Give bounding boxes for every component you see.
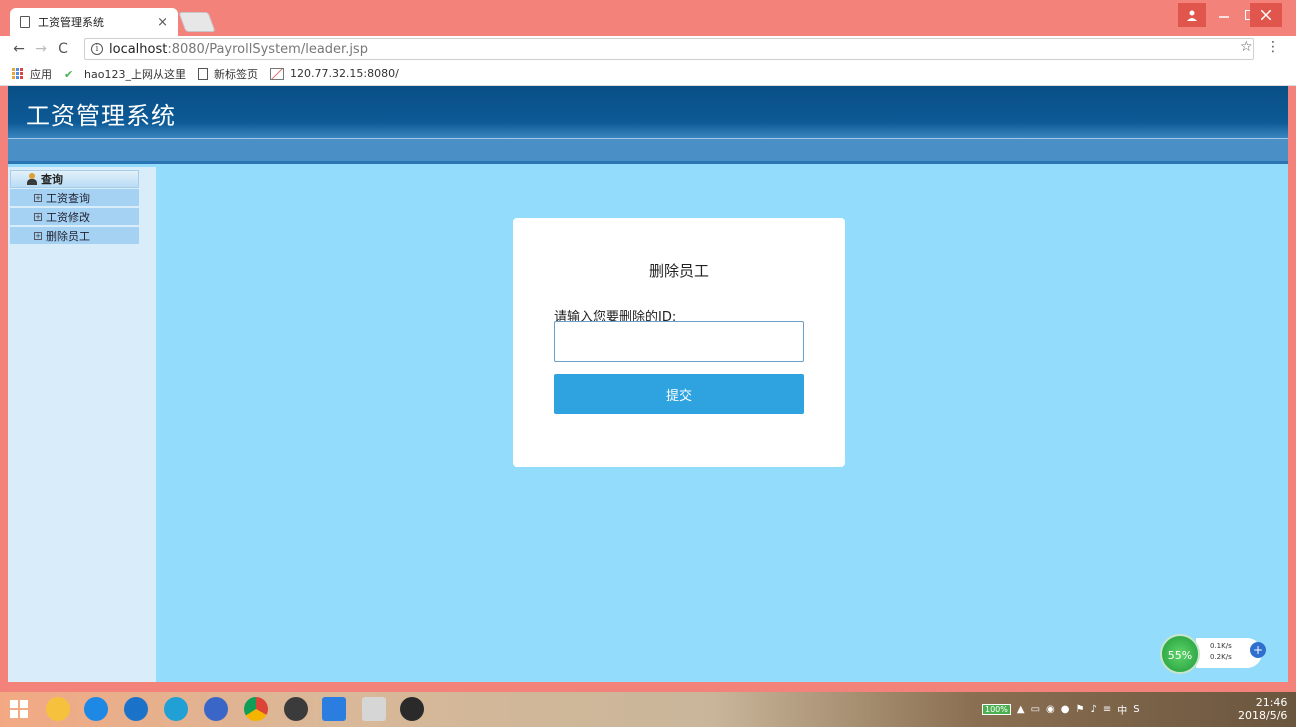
- site-header: 工资管理系统: [8, 86, 1288, 138]
- person-icon: [27, 173, 37, 185]
- browser-menu-icon[interactable]: ⋮: [1266, 39, 1280, 55]
- new-tab-button[interactable]: [178, 12, 216, 32]
- sidebar-item-label: 工资修改: [46, 210, 90, 224]
- sidebar-heading-query[interactable]: 查询: [10, 170, 139, 188]
- tray-app-icon[interactable]: ●: [1061, 704, 1070, 715]
- windows-taskbar: 100% ▲ ▭ ◉ ● ⚑ ♪ ≡ 中 S 21:46 2018/5/6: [0, 692, 1296, 727]
- expand-plus-icon: +: [34, 231, 42, 240]
- ie-browser-icon[interactable]: [84, 697, 108, 721]
- chart-icon: [269, 67, 284, 80]
- snipping-tool-icon[interactable]: [362, 697, 386, 721]
- reload-icon[interactable]: C: [52, 41, 74, 57]
- bookmark-star-icon[interactable]: ☆: [1240, 39, 1253, 55]
- apps-icon: [12, 67, 24, 80]
- ie-alt-browser-icon[interactable]: [164, 697, 188, 721]
- flag-icon[interactable]: ⚑: [1076, 704, 1085, 715]
- tray-chevron-icon[interactable]: ▲: [1017, 704, 1025, 715]
- expand-plus-icon: +: [34, 212, 42, 221]
- bookmark-apps[interactable]: 应用: [12, 66, 52, 82]
- sidebar-item-salary-edit[interactable]: + 工资修改: [10, 208, 139, 226]
- wifi-icon[interactable]: ≡: [1103, 704, 1111, 715]
- edge-browser-icon[interactable]: [124, 697, 148, 721]
- hao123-icon: ✔: [64, 67, 74, 81]
- system-clock[interactable]: 21:46 2018/5/6: [1238, 696, 1287, 722]
- clock-date: 2018/5/6: [1238, 709, 1288, 722]
- info-icon[interactable]: i: [91, 43, 103, 55]
- tab-close-icon[interactable]: ×: [157, 15, 168, 30]
- browser-toolbar: ← → C i localhost:8080/PayrollSystem/lea…: [0, 36, 1296, 62]
- site-title: 工资管理系统: [26, 102, 176, 130]
- url-host: localhost: [109, 41, 168, 57]
- header-strip: [8, 138, 1288, 164]
- bookmark-label: 120.77.32.15:8080/: [289, 67, 399, 80]
- game-app-icon[interactable]: [400, 697, 424, 721]
- minimize-button[interactable]: [1210, 3, 1238, 27]
- sidebar-item-salary-query[interactable]: + 工资查询: [10, 189, 139, 207]
- sidebar-item-label: 工资查询: [46, 191, 90, 205]
- sogou-browser-icon[interactable]: [204, 697, 228, 721]
- accelerate-plus-icon[interactable]: +: [1250, 642, 1266, 658]
- memory-usage-gauge: 55%: [1160, 634, 1200, 674]
- windows-start-icon[interactable]: [10, 700, 28, 718]
- sidebar-item-delete-employee[interactable]: + 删除员工: [10, 227, 139, 245]
- sidebar: 查询 + 工资查询 + 工资修改 + 删除员工: [8, 167, 156, 682]
- clock-time: 21:46: [1255, 696, 1288, 709]
- expand-plus-icon: +: [34, 193, 42, 202]
- forward-arrow-icon[interactable]: →: [30, 41, 52, 57]
- network-speed-widget[interactable]: 0.1K/s 0.2K/s 55% +: [1160, 630, 1266, 674]
- submit-button[interactable]: 提交: [554, 374, 804, 414]
- browser-titlebar: 工资管理系统 ×: [0, 0, 1296, 36]
- address-bar[interactable]: i localhost:8080/PayrollSystem/leader.js…: [84, 38, 1254, 60]
- chrome-icon[interactable]: [244, 697, 268, 721]
- sogou-tray-icon[interactable]: S: [1133, 704, 1139, 715]
- document-icon: [20, 16, 30, 28]
- bookmark-label: hao123_上网从这里: [84, 67, 186, 81]
- form-title: 删除员工: [648, 262, 709, 280]
- sogou-app-icon[interactable]: [46, 697, 70, 721]
- eclipse-icon[interactable]: [284, 697, 308, 721]
- employee-id-input[interactable]: [554, 321, 804, 362]
- user-profile-icon[interactable]: [1178, 3, 1206, 27]
- page-content: 工资管理系统 查询 + 工资查询 + 工资修改 + 删除员工 删除员工 请输入您…: [8, 86, 1288, 715]
- browser-tab[interactable]: 工资管理系统 ×: [10, 8, 178, 36]
- tray-language[interactable]: 中: [1117, 702, 1127, 717]
- system-tray: 100% ▲ ▭ ◉ ● ⚑ ♪ ≡ 中 S: [982, 702, 1140, 717]
- bookmark-server[interactable]: 120.77.32.15:8080/: [269, 67, 399, 80]
- wps-icon[interactable]: [322, 697, 346, 721]
- network-icon[interactable]: ▭: [1031, 704, 1040, 715]
- tab-title: 工资管理系统: [38, 16, 104, 29]
- back-arrow-icon[interactable]: ←: [8, 41, 30, 57]
- url-path: :8080/PayrollSystem/leader.jsp: [167, 41, 368, 57]
- sidebar-item-label: 删除员工: [46, 229, 90, 243]
- security-shield-icon[interactable]: ◉: [1046, 704, 1055, 715]
- volume-icon[interactable]: ♪: [1090, 704, 1096, 715]
- bookmark-hao123[interactable]: ✔ hao123_上网从这里: [64, 66, 186, 82]
- bookmark-new-tab[interactable]: 新标签页: [197, 66, 258, 82]
- page-icon: [197, 67, 208, 80]
- battery-indicator[interactable]: 100%: [982, 704, 1011, 715]
- sidebar-heading-label: 查询: [41, 173, 63, 186]
- bookmark-label: 应用: [30, 67, 52, 81]
- close-window-button[interactable]: [1250, 3, 1282, 27]
- bookmarks-bar: 应用 ✔ hao123_上网从这里 新标签页 120.77.32.15:8080…: [0, 62, 1296, 86]
- delete-employee-card: 删除员工 请输入您要删除的ID: 提交: [513, 218, 845, 467]
- bookmark-label: 新标签页: [213, 67, 258, 81]
